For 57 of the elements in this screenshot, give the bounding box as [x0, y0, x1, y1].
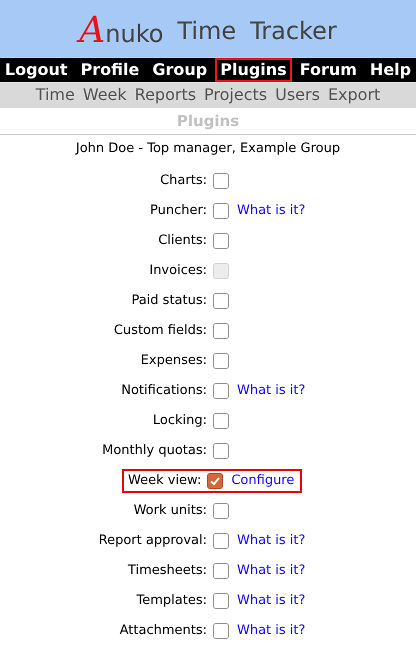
plugin-link[interactable]: What is it? [237, 591, 306, 611]
plugin-label: Puncher: [150, 202, 207, 220]
checkbox[interactable] [213, 503, 229, 519]
checkbox[interactable] [213, 173, 229, 189]
menu-link[interactable]: Forum [294, 58, 362, 82]
check-icon [209, 475, 222, 487]
plugin-label: Report approval: [98, 532, 207, 550]
checkbox[interactable] [213, 563, 229, 579]
checkbox[interactable] [213, 353, 229, 369]
submenu-link[interactable]: Export [328, 83, 380, 107]
plugin-label: Work units: [134, 502, 207, 520]
logo-text: nuko [105, 22, 164, 46]
plugin-link[interactable]: Configure [231, 471, 294, 491]
submenu-link[interactable]: Time [36, 83, 75, 107]
page-title: Plugins [176, 110, 240, 132]
checkbox[interactable] [213, 233, 229, 249]
submenu-link[interactable]: Projects [204, 83, 268, 107]
plugin-label: Timesheets: [128, 562, 207, 580]
menu-link[interactable]: Plugins [215, 58, 292, 82]
plugin-label: Charts: [160, 172, 207, 190]
plugin-label: Paid status: [131, 292, 207, 310]
plugin-label: Notifications: [121, 382, 207, 400]
plugin-link[interactable]: What is it? [237, 621, 306, 641]
logo-text: Tracker [250, 19, 337, 43]
checkbox[interactable] [213, 533, 229, 549]
menu-link[interactable]: Logout [0, 58, 73, 82]
checkbox[interactable] [213, 443, 229, 459]
checkbox[interactable] [213, 413, 229, 429]
checkbox[interactable] [207, 473, 224, 489]
plugin-link[interactable]: What is it? [237, 561, 306, 581]
checkbox[interactable] [213, 203, 229, 219]
checkbox[interactable] [213, 593, 229, 609]
menu-link[interactable]: Profile [76, 58, 144, 82]
submenu-link[interactable]: Users [275, 83, 320, 107]
plugin-label: Locking: [152, 412, 207, 430]
plugin-label: Invoices: [149, 262, 207, 280]
checkbox[interactable] [213, 383, 229, 399]
plugin-label: Templates: [136, 592, 207, 610]
plugin-label: Clients: [158, 232, 207, 250]
plugin-link[interactable]: What is it? [237, 531, 306, 551]
checkbox[interactable] [213, 323, 229, 339]
checkbox[interactable] [213, 623, 229, 639]
user-info: John Doe - Top manager, Example Group [76, 140, 340, 158]
logo-text: Time [177, 19, 236, 43]
menu-link[interactable]: Group [147, 58, 212, 82]
checkbox[interactable] [213, 293, 229, 309]
logo-initial: A [79, 13, 106, 49]
plugin-link[interactable]: What is it? [237, 381, 306, 401]
plugin-label: Monthly quotas: [102, 442, 207, 460]
plugin-label: Expenses: [140, 352, 207, 370]
plugin-link[interactable]: What is it? [237, 201, 306, 221]
plugin-label: Custom fields: [114, 322, 207, 340]
plugin-label: Attachments: [120, 622, 207, 640]
menu-link[interactable]: Help [364, 58, 416, 82]
submenu-link[interactable]: Week [82, 83, 127, 107]
plugin-label: Week view: [128, 472, 202, 490]
submenu-link[interactable]: Reports [134, 83, 196, 107]
